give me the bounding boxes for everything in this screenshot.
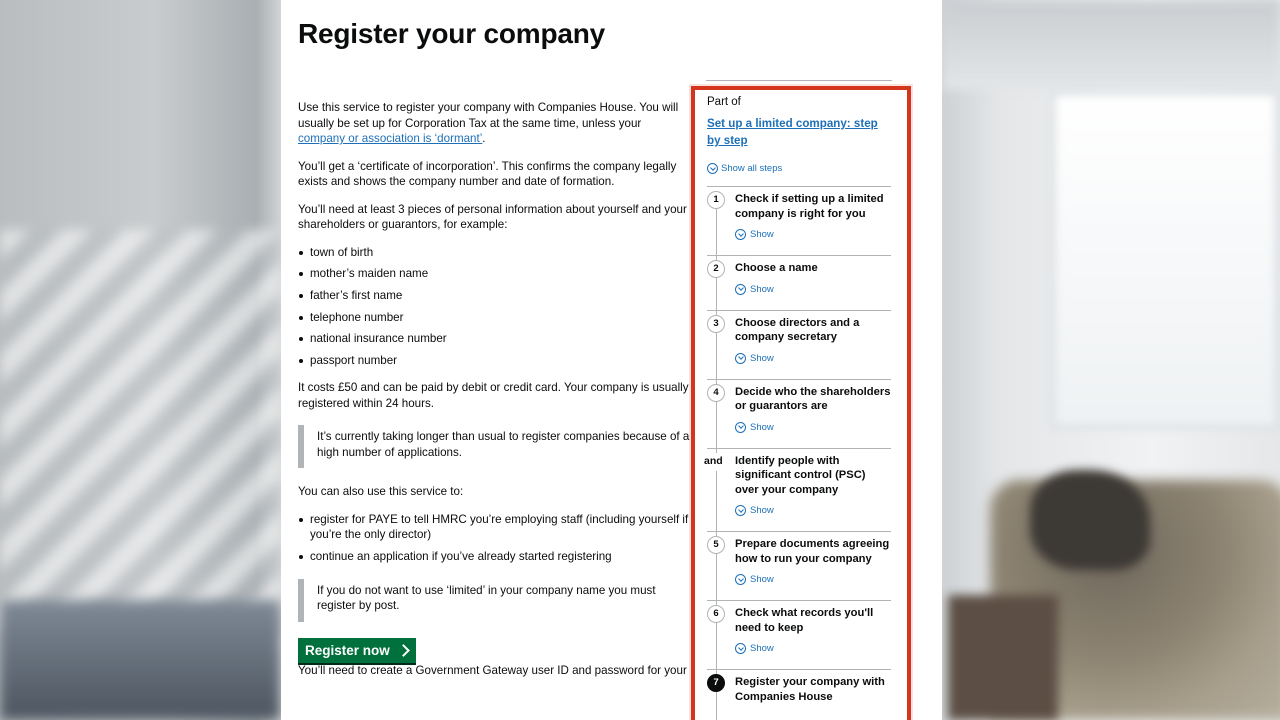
background-cushion [1030, 470, 1150, 570]
chevron-down-icon [735, 505, 746, 516]
show-label: Show [750, 421, 774, 433]
step-item: 5 Prepare documents agreeing how to run … [707, 531, 891, 600]
list-item: national insurance number [298, 331, 690, 347]
step-title[interactable]: Register your company with Companies Hou… [735, 675, 891, 704]
chevron-down-icon [707, 163, 718, 174]
step-title[interactable]: Choose a name [735, 261, 891, 276]
step-title[interactable]: Check what records you'll need to keep [735, 606, 891, 635]
also-use-paragraph: You can also use this service to: [298, 485, 464, 499]
delay-inset: It’s currently taking longer than usual … [298, 425, 690, 469]
step-show-button[interactable]: Show [735, 283, 891, 310]
list-item: continue an application if you’ve alread… [298, 549, 690, 565]
page-card: Register your company Use this service t… [281, 0, 942, 720]
list-item: register for PAYE to tell HMRC you’re em… [298, 512, 690, 543]
dormant-company-link[interactable]: company or association is ‘dormant’ [298, 132, 482, 145]
step-title[interactable]: Decide who the shareholders or guarantor… [735, 385, 891, 414]
chevron-down-icon [735, 574, 746, 585]
step-number: 7 [707, 674, 725, 692]
step-show-button[interactable]: Show [735, 574, 891, 600]
show-label: Show [750, 229, 774, 240]
step-item: 6 Check what records you'll need to keep… [707, 600, 891, 669]
background-window [1050, 90, 1280, 430]
intro-paragraph: Use this service to register your compan… [298, 100, 690, 147]
chevron-down-icon [735, 229, 746, 240]
step-item-current: 7 Register your company with Companies H… [707, 669, 891, 704]
step-show-button[interactable]: Show [735, 352, 891, 379]
background-stairs [0, 230, 280, 650]
part-of-label: Part of [707, 96, 741, 108]
personal-info-list: town of birth mother’s maiden name fathe… [298, 245, 690, 369]
step-show-button[interactable]: Show [735, 229, 891, 255]
background-table [948, 595, 1058, 720]
list-item: mother’s maiden name [298, 266, 690, 282]
also-use-list: register for PAYE to tell HMRC you’re em… [298, 512, 690, 565]
step-item: 3 Choose directors and a company secreta… [707, 309, 891, 379]
register-now-button[interactable]: Register now [298, 637, 416, 664]
main-content: Use this service to register your compan… [298, 100, 690, 691]
sidebar-divider [706, 80, 892, 81]
inset-text: It’s currently taking longer than usual … [317, 430, 690, 459]
list-item: passport number [298, 353, 690, 369]
step-number: 4 [707, 383, 725, 402]
cost-paragraph: It costs £50 and can be paid by debit or… [298, 381, 689, 410]
list-item: town of birth [298, 245, 690, 261]
list-item: telephone number [298, 310, 690, 326]
step-item: 4 Decide who the shareholders or guarant… [707, 378, 891, 448]
step-number: 3 [707, 314, 725, 333]
show-label: Show [750, 352, 774, 364]
show-label: Show [750, 505, 774, 516]
step-number: 5 [707, 536, 725, 554]
show-label: Show [750, 283, 774, 295]
step-number: 6 [707, 605, 725, 623]
show-label: Show [750, 574, 774, 585]
step-title[interactable]: Choose directors and a company secretary [735, 316, 891, 345]
show-all-steps-label: Show all steps [721, 163, 783, 174]
step-by-step-sidebar: Part of Set up a limited company: step b… [704, 96, 891, 720]
step-item: 1 Check if setting up a limited company … [707, 186, 891, 255]
chevron-down-icon [735, 352, 746, 364]
step-number: 1 [707, 191, 725, 209]
show-label: Show [750, 643, 774, 654]
step-item: and Identify people with significant con… [704, 447, 891, 532]
register-now-label: Register now [305, 642, 390, 658]
list-item: father’s first name [298, 288, 690, 304]
step-title[interactable]: Identify people with significant control… [735, 454, 891, 498]
step-title[interactable]: Check if setting up a limited company is… [735, 192, 891, 221]
chevron-down-icon [735, 283, 746, 295]
certificate-paragraph: You’ll get a ‘certificate of incorporati… [298, 159, 677, 189]
chevron-down-icon [735, 643, 746, 654]
background-floor [0, 600, 280, 720]
show-all-steps-button[interactable]: Show all steps [707, 163, 891, 174]
step-number: 2 [707, 260, 725, 278]
intro-text: Use this service to register your compan… [298, 101, 679, 130]
personal-info-paragraph: You’ll need at least 3 pieces of persona… [298, 202, 687, 232]
inset-text: If you do not want to use ‘limited’ in y… [317, 583, 656, 613]
step-item: 2 Choose a name Show [707, 255, 891, 310]
chevron-down-icon [735, 421, 746, 433]
intro-end: . [482, 132, 486, 145]
step-show-button[interactable]: Show [735, 643, 891, 669]
gateway-paragraph: You’ll need to create a Government Gatew… [298, 664, 687, 678]
step-and-marker: and [704, 452, 726, 471]
step-show-button[interactable]: Show [735, 421, 891, 448]
step-by-step-link[interactable]: Set up a limited company: step by step [707, 115, 891, 149]
chevron-right-icon [396, 644, 410, 657]
background-wall [943, 0, 1280, 90]
limited-name-inset: If you do not want to use ‘limited’ in y… [298, 578, 690, 622]
step-title[interactable]: Prepare documents agreeing how to run yo… [735, 537, 891, 566]
step-show-button[interactable]: Show [735, 505, 891, 531]
page-title: Register your company [298, 18, 605, 49]
steps-list: 1 Check if setting up a limited company … [704, 186, 891, 720]
